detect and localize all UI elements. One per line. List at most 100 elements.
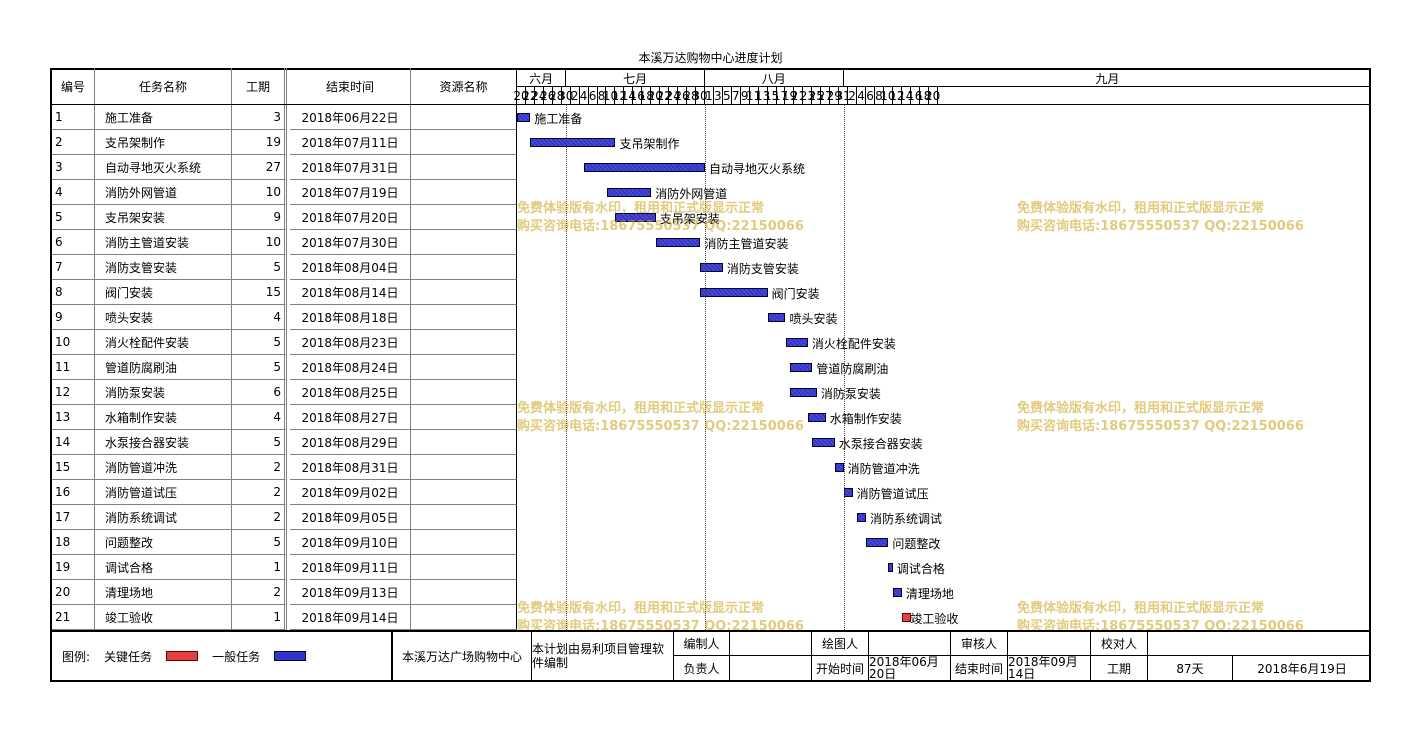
- task-cell-end: 2018年08月18日: [290, 305, 411, 330]
- task-cell-end: 2018年07月11日: [290, 130, 411, 155]
- gantt-bar-label: 消火栓配件安装: [811, 337, 896, 351]
- task-row[interactable]: 18 问题整改 5 2018年09月10日: [52, 530, 1371, 555]
- task-row[interactable]: 2 支吊架制作 19 2018年07月11日: [52, 130, 1371, 155]
- gantt-bar[interactable]: [866, 538, 889, 547]
- month-header: 六月: [517, 70, 567, 86]
- task-row[interactable]: 10 消火栓配件安装 5 2018年08月23日: [52, 330, 1371, 355]
- task-row[interactable]: 9 喷头安装 4 2018年08月18日: [52, 305, 1371, 330]
- editor-label: 编制人: [674, 632, 730, 656]
- legend-normal-label: 一般任务: [212, 649, 261, 664]
- gantt-bar[interactable]: [857, 513, 867, 522]
- task-cell-num: 18: [52, 530, 95, 555]
- gantt-bar-label: 喷头安装: [789, 312, 838, 326]
- gantt-bar[interactable]: [789, 388, 817, 397]
- gantt-bar[interactable]: [606, 188, 652, 197]
- gantt-bar[interactable]: [655, 238, 701, 247]
- editor-value[interactable]: [730, 632, 812, 656]
- task-cell-num: 13: [52, 405, 95, 430]
- gantt-bar[interactable]: [767, 313, 786, 322]
- task-row[interactable]: 1 施工准备 3 2018年06月22日: [52, 105, 1371, 130]
- drawer-value[interactable]: [869, 632, 951, 656]
- task-cell-end: 2018年08月24日: [290, 355, 411, 380]
- task-cell-dur: 3: [232, 105, 287, 130]
- task-cell-dur: 5: [232, 355, 287, 380]
- task-cell-res: [411, 255, 517, 280]
- task-cell-res: [411, 430, 517, 455]
- gantt-bar[interactable]: [843, 488, 853, 497]
- checker-value[interactable]: [1148, 632, 1371, 656]
- gantt-bar[interactable]: [807, 413, 826, 422]
- gantt-bar-label: 消防主管道安装: [704, 237, 789, 251]
- day-tick-label: 30: [558, 87, 574, 104]
- task-cell-name: 清理场地: [95, 580, 232, 605]
- task-row[interactable]: 15 消防管道冲洗 2 2018年08月31日: [52, 455, 1371, 480]
- legend: 图例: 关键任务 一般任务: [52, 632, 392, 680]
- gantt-bar-label: 施工准备: [534, 112, 583, 126]
- gantt-bar[interactable]: [700, 288, 768, 297]
- task-cell-res: [411, 380, 517, 405]
- month-header: 七月: [566, 70, 705, 86]
- task-cell-dur: 19: [232, 130, 287, 155]
- task-cell-end: 2018年07月19日: [290, 180, 411, 205]
- reviewer-value[interactable]: [1008, 632, 1091, 656]
- task-cell-name: 消防支管安装: [95, 255, 232, 280]
- legend-normal-swatch: [274, 651, 307, 661]
- owner-value[interactable]: [730, 656, 812, 680]
- end-label: 结束时间: [951, 656, 1008, 680]
- task-cell-num: 15: [52, 455, 95, 480]
- task-row[interactable]: 17 消防系统调试 2 2018年09月05日: [52, 505, 1371, 530]
- task-cell-num: 20: [52, 580, 95, 605]
- col-header-num: 编号: [52, 68, 95, 105]
- gantt-bar[interactable]: [892, 588, 902, 597]
- gantt-bar[interactable]: [584, 163, 705, 172]
- gantt-bar[interactable]: [888, 563, 893, 572]
- day-tick-label: 30: [692, 87, 708, 104]
- task-cell-dur: 5: [232, 430, 287, 455]
- gantt-bar-label: 水泵接合器安装: [838, 437, 923, 451]
- task-cell-end: 2018年09月02日: [290, 480, 411, 505]
- task-cell-end: 2018年08月31日: [290, 455, 411, 480]
- task-cell-dur: 2: [232, 580, 287, 605]
- task-cell-dur: 15: [232, 280, 287, 305]
- task-cell-res: [411, 530, 517, 555]
- task-cell-name: 水泵接合器安装: [95, 430, 232, 455]
- task-row[interactable]: 19 调试合格 1 2018年09月11日: [52, 555, 1371, 580]
- legend-label: 图例:: [62, 649, 91, 664]
- gantt-bar[interactable]: [812, 438, 835, 447]
- gantt-bar[interactable]: [517, 113, 531, 122]
- task-cell-num: 4: [52, 180, 95, 205]
- gantt-bar[interactable]: [785, 338, 808, 347]
- gantt-bar[interactable]: [700, 263, 723, 272]
- timeline-divider: [517, 86, 1371, 87]
- task-row[interactable]: 16 消防管道试压 2 2018年09月02日: [52, 480, 1371, 505]
- project-name: 本溪万达广场购物中心: [392, 632, 532, 680]
- task-cell-end: 2018年07月20日: [290, 205, 411, 230]
- task-cell-dur: 10: [232, 180, 287, 205]
- gantt-bar[interactable]: [789, 363, 813, 372]
- task-cell-name: 管道防腐刷油: [95, 355, 232, 380]
- gantt-bar[interactable]: [834, 463, 844, 472]
- duration-value: 87天: [1148, 656, 1233, 680]
- day-tick-label: 7: [731, 87, 741, 104]
- task-cell-end: 2018年09月10日: [290, 530, 411, 555]
- gantt-bar-label: 自动寻地灭火系统: [708, 162, 805, 176]
- day-tick-label: 3: [714, 87, 723, 104]
- task-cell-name: 消防管道冲洗: [95, 455, 232, 480]
- task-cell-dur: 6: [232, 380, 287, 405]
- watermark-1: 免费体验版有水印，租用和正式版显示正常 购买咨询电话:18675550537 QQ…: [517, 201, 804, 234]
- month-header: 八月: [705, 70, 844, 86]
- task-cell-res: [411, 405, 517, 430]
- month-header: 九月: [1095, 71, 1120, 86]
- day-tick-label: 2: [570, 87, 580, 104]
- task-cell-name: 消防系统调试: [95, 505, 232, 530]
- task-cell-res: [411, 580, 517, 605]
- task-cell-name: 消防泵安装: [95, 380, 232, 405]
- task-cell-res: [411, 105, 517, 130]
- task-cell-end: 2018年08月25日: [290, 380, 411, 405]
- task-cell-dur: 1: [232, 555, 287, 580]
- task-cell-num: 16: [52, 480, 95, 505]
- gantt-bar[interactable]: [530, 138, 616, 147]
- start-value: 2018年06月20日: [869, 656, 951, 680]
- task-row[interactable]: 11 管道防腐刷油 5 2018年08月24日: [52, 355, 1371, 380]
- day-tick-label: 20: [925, 87, 941, 104]
